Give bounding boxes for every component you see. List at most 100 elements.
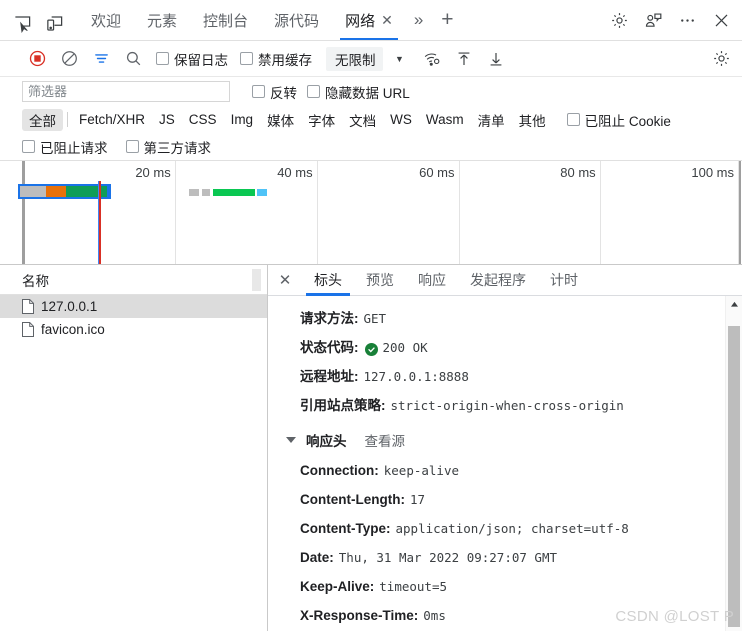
- checkbox-box: [156, 52, 169, 65]
- bar-segment-stalled: [19, 186, 47, 197]
- tabbar-right-actions: [602, 0, 738, 40]
- tab-timing[interactable]: 计时: [538, 265, 590, 295]
- throttle-value: 无限制: [335, 52, 376, 68]
- tab-preview[interactable]: 预览: [354, 265, 406, 295]
- clear-button[interactable]: [54, 45, 84, 73]
- type-filter-font[interactable]: 字体: [301, 109, 342, 131]
- tab-sources[interactable]: 源代码: [261, 0, 332, 40]
- document-icon: [22, 299, 34, 314]
- network-settings-icon[interactable]: [706, 45, 736, 73]
- more-options-icon[interactable]: [670, 2, 704, 38]
- scrollbar-thumb[interactable]: [728, 326, 740, 627]
- close-tab-icon[interactable]: ✕: [381, 12, 393, 29]
- filter-input[interactable]: [22, 81, 230, 102]
- network-conditions-icon[interactable]: [417, 45, 447, 73]
- new-tab-icon[interactable]: +: [431, 0, 463, 40]
- network-overview[interactable]: 20 ms 40 ms 60 ms 80 ms 100 ms: [0, 161, 742, 265]
- inspect-element-icon[interactable]: [6, 6, 38, 40]
- tab-console[interactable]: 控制台: [190, 0, 261, 40]
- column-header-name: 名称: [22, 273, 49, 289]
- header-value: 127.0.0.1:8888: [363, 369, 469, 384]
- request-name: 127.0.0.1: [41, 299, 98, 314]
- type-filter-other[interactable]: 其他: [512, 109, 553, 131]
- throttle-dropdown[interactable]: 无限制: [326, 46, 383, 71]
- network-body: 名称 127.0.0.1 favicon.ico ✕ 标头 预览 响应 发起程序…: [0, 265, 742, 631]
- import-har-icon[interactable]: [449, 45, 479, 73]
- header-key: 状态代码:: [300, 340, 359, 355]
- bar-segment-receiving: [257, 189, 268, 196]
- dom-content-loaded-line: [99, 181, 102, 264]
- close-devtools-icon[interactable]: [704, 2, 738, 38]
- header-key: 远程地址:: [300, 369, 359, 384]
- header-value: GET: [363, 311, 387, 326]
- tab-elements[interactable]: 元素: [134, 0, 190, 40]
- triangle-down-icon[interactable]: [286, 437, 296, 443]
- overview-tick-label: 60 ms: [419, 165, 455, 180]
- header-key: Date:: [300, 550, 334, 565]
- request-row-favicon-ico[interactable]: favicon.ico: [0, 318, 267, 341]
- search-button[interactable]: [118, 45, 148, 73]
- tab-initiator[interactable]: 发起程序: [458, 265, 538, 295]
- blocked-requests-label: 已阻止请求: [40, 140, 108, 156]
- header-key: Content-Type:: [300, 521, 391, 536]
- tab-label: 元素: [147, 12, 178, 30]
- tab-network[interactable]: 网络 ✕: [332, 0, 406, 40]
- detail-tabs: ✕ 标头 预览 响应 发起程序 计时: [268, 265, 742, 296]
- response-headers-section-header[interactable]: 响应头 查看源: [268, 426, 742, 450]
- record-button[interactable]: [22, 45, 52, 73]
- response-header-keep-alive: Keep-Alive: timeout=5: [268, 578, 742, 595]
- chevron-down-icon[interactable]: ▼: [385, 45, 415, 73]
- headers-content: 请求方法: GET 状态代码: 200 OK 远程地址: 127.0.0.1:8…: [268, 296, 742, 631]
- type-filter-media[interactable]: 媒体: [260, 109, 301, 131]
- filter-button[interactable]: [86, 45, 116, 73]
- view-source-link[interactable]: 查看源: [365, 430, 406, 450]
- general-referrer-policy: 引用站点策略: strict-origin-when-cross-origin: [268, 397, 742, 414]
- type-filter-js[interactable]: JS: [152, 111, 182, 128]
- invert-checkbox[interactable]: 反转: [252, 82, 297, 102]
- status-ok-icon: [364, 343, 378, 356]
- preserve-log-checkbox[interactable]: 保留日志: [156, 49, 228, 69]
- tab-headers[interactable]: 标头: [302, 265, 354, 296]
- horizontal-scrollbar[interactable]: [252, 269, 261, 291]
- tab-welcome[interactable]: 欢迎: [78, 0, 134, 40]
- type-filter-ws[interactable]: WS: [383, 111, 419, 128]
- blocked-cookies-checkbox[interactable]: 已阻止 Cookie: [566, 110, 671, 130]
- more-tabs-icon[interactable]: »: [406, 0, 431, 40]
- overview-bar[interactable]: [188, 187, 268, 198]
- type-filter-img[interactable]: Img: [224, 111, 261, 128]
- bar-segment-download: [213, 189, 255, 196]
- header-key: Connection:: [300, 463, 379, 478]
- third-party-checkbox[interactable]: 第三方请求: [125, 137, 211, 157]
- type-filter-wasm[interactable]: Wasm: [419, 111, 471, 128]
- export-har-icon[interactable]: [481, 45, 511, 73]
- header-value: 17: [409, 492, 426, 507]
- feedback-icon[interactable]: [636, 2, 670, 38]
- settings-gear-icon[interactable]: [602, 2, 636, 38]
- close-detail-icon[interactable]: ✕: [268, 265, 302, 295]
- scroll-up-icon[interactable]: [726, 296, 742, 313]
- overview-bar-selected[interactable]: [17, 184, 111, 199]
- gridline: [174, 161, 176, 264]
- type-filter-doc[interactable]: 文档: [342, 109, 383, 131]
- type-filter-css[interactable]: CSS: [182, 111, 224, 128]
- type-filter-fetch-xhr[interactable]: Fetch/XHR: [72, 111, 152, 128]
- watermark: CSDN @LOST P: [615, 608, 734, 625]
- checkbox-box: [566, 113, 580, 126]
- tab-response[interactable]: 响应: [406, 265, 458, 295]
- hide-data-urls-checkbox[interactable]: 隐藏数据 URL: [307, 82, 410, 102]
- header-key: Content-Length:: [300, 492, 405, 507]
- type-filter-all[interactable]: 全部: [22, 108, 63, 131]
- invert-label: 反转: [270, 85, 297, 101]
- request-name: favicon.ico: [41, 322, 105, 337]
- disable-cache-checkbox[interactable]: 禁用缓存: [240, 49, 312, 69]
- gridline: [316, 161, 318, 264]
- header-key: 请求方法:: [300, 311, 359, 326]
- tab-label: 网络: [345, 12, 376, 30]
- device-toolbar-icon[interactable]: [38, 6, 70, 40]
- detail-scrollbar[interactable]: [725, 296, 742, 631]
- blocked-requests-checkbox[interactable]: 已阻止请求: [22, 137, 108, 157]
- request-row-127-0-0-1[interactable]: 127.0.0.1: [0, 295, 267, 318]
- general-status-code: 状态代码: 200 OK: [268, 339, 742, 356]
- checkbox-box: [22, 140, 35, 153]
- type-filter-manifest[interactable]: 清单: [471, 109, 512, 131]
